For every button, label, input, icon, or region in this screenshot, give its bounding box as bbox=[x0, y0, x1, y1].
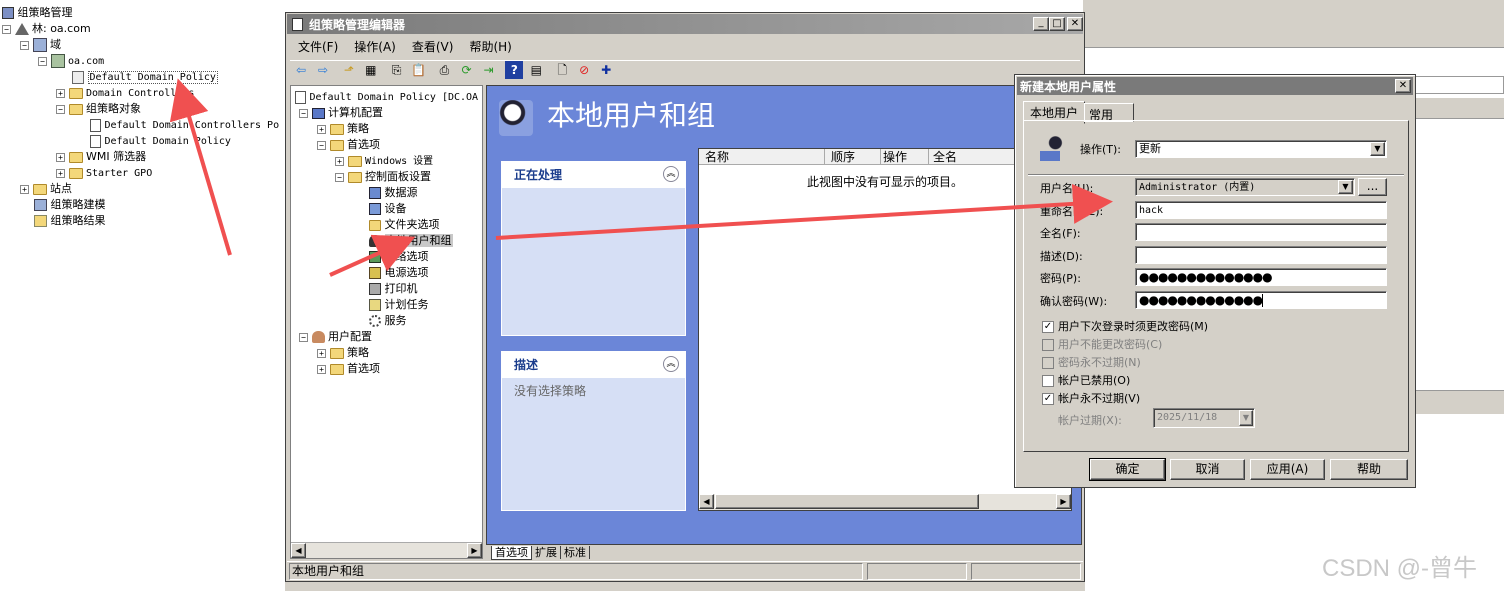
arrow-to-local-users bbox=[329, 234, 416, 277]
arrow-to-rename bbox=[495, 183, 1113, 240]
annotation-arrows bbox=[169, 78, 1113, 277]
watermark: CSDN @-曾牛 bbox=[1322, 555, 1478, 582]
arrow-to-ddp bbox=[169, 78, 232, 256]
